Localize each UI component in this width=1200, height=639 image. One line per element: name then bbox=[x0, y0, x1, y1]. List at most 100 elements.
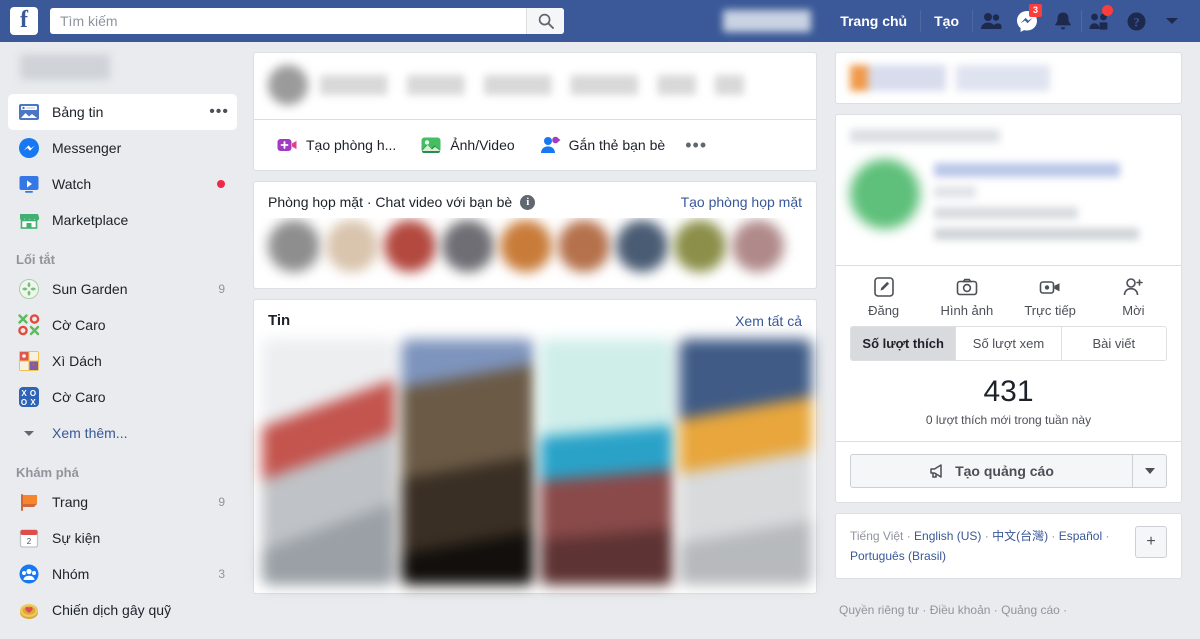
story-card[interactable] bbox=[540, 339, 673, 585]
sidebar-profile-redacted[interactable] bbox=[20, 54, 110, 80]
page-avatar[interactable] bbox=[850, 159, 920, 229]
stories-strip bbox=[254, 339, 816, 593]
sidebar-item-label: Bảng tin bbox=[52, 104, 104, 120]
room-avatar[interactable] bbox=[500, 220, 552, 272]
sidebar-item-fundraiser[interactable]: Chiến dịch gây quỹ bbox=[8, 592, 237, 628]
search-button[interactable] bbox=[526, 8, 564, 34]
add-language-button[interactable]: + bbox=[1135, 526, 1167, 558]
room-avatar[interactable] bbox=[616, 220, 668, 272]
create-room-button[interactable]: Tạo phòng h... bbox=[264, 128, 408, 162]
sidebar-item-watch[interactable]: Watch bbox=[8, 166, 237, 202]
friend-requests-icon-button[interactable] bbox=[1082, 0, 1118, 42]
sidebar-heading-shortcuts: Lối tắt bbox=[16, 252, 55, 267]
sidebar-heading-explore: Khám phá bbox=[16, 465, 79, 480]
profile-name-redacted[interactable] bbox=[723, 10, 812, 32]
room-avatar[interactable] bbox=[558, 220, 610, 272]
sidebar-item-co-caro-1[interactable]: Cờ Caro bbox=[8, 307, 237, 343]
story-card[interactable] bbox=[401, 339, 534, 585]
composer-prompt-redacted[interactable] bbox=[320, 75, 802, 95]
nav-link-create[interactable]: Tạo bbox=[921, 0, 972, 42]
right-sidebar: Đăng Hình ảnh Trực tiếp Mời Số lượt thíc… bbox=[825, 42, 1192, 619]
sponsored-card[interactable] bbox=[835, 52, 1182, 104]
language-current[interactable]: Tiếng Việt bbox=[850, 529, 903, 543]
tab-posts[interactable]: Bài viết bbox=[1061, 327, 1166, 360]
story-card[interactable] bbox=[262, 339, 395, 585]
page-photo-button[interactable]: Hình ảnh bbox=[925, 276, 1008, 318]
room-avatar[interactable] bbox=[732, 220, 784, 272]
page-insights-tabs: Số lượt thích Số lượt xem Bài viết bbox=[850, 326, 1167, 361]
news-feed-column: Tạo phòng h... Ảnh/Video Gắn thẻ bạn bè … bbox=[245, 42, 825, 604]
room-avatar[interactable] bbox=[442, 220, 494, 272]
sidebar-item-xi-dach[interactable]: Xì Dách bbox=[8, 343, 237, 379]
sidebar-item-sun-garden[interactable]: Sun Garden 9 bbox=[8, 271, 237, 307]
page-post-button[interactable]: Đăng bbox=[842, 276, 925, 318]
photo-video-button[interactable]: Ảnh/Video bbox=[408, 128, 526, 162]
account-chevron-down-icon bbox=[1166, 17, 1178, 24]
page-invite-button[interactable]: Mời bbox=[1092, 276, 1175, 318]
svg-text:2: 2 bbox=[27, 537, 32, 546]
create-ad-button[interactable]: Tạo quảng cáo bbox=[850, 454, 1133, 488]
nav-link-home[interactable]: Trang chủ bbox=[827, 0, 920, 42]
sidebar-see-more-label: Xem thêm... bbox=[52, 425, 128, 441]
footer-links[interactable]: Quyền riêng tư · Điều khoản · Quảng cáo … bbox=[835, 589, 1182, 619]
sidebar-item-co-caro-2[interactable]: X O O X Cờ Caro bbox=[8, 379, 237, 415]
sidebar-item-events[interactable]: 2 Sự kiện bbox=[8, 520, 237, 556]
sidebar-item-label: Messenger bbox=[52, 140, 122, 156]
svg-text:?: ? bbox=[1133, 15, 1139, 29]
promote-row: Tạo quảng cáo bbox=[836, 441, 1181, 502]
page-live-label: Trực tiếp bbox=[1024, 303, 1076, 318]
messenger-icon-button[interactable]: 3 bbox=[1009, 0, 1045, 42]
language-option[interactable]: English (US) bbox=[914, 529, 981, 543]
sidebar-item-label: Sun Garden bbox=[52, 281, 128, 297]
co-caro-icon bbox=[16, 312, 42, 338]
story-card[interactable] bbox=[679, 339, 812, 585]
account-menu-button[interactable] bbox=[1154, 0, 1190, 42]
friends-icon-button[interactable] bbox=[973, 0, 1009, 42]
sidebar-item-news-feed[interactable]: Bảng tin ••• bbox=[8, 94, 237, 130]
rooms-header: Phòng họp mặt · Chat video với bạn bè i … bbox=[254, 182, 816, 218]
sidebar-item-messenger[interactable]: Messenger bbox=[8, 130, 237, 166]
help-icon-button[interactable]: ? bbox=[1118, 0, 1154, 42]
info-icon[interactable]: i bbox=[520, 194, 536, 210]
stories-see-all-link[interactable]: Xem tất cả bbox=[735, 313, 802, 329]
sidebar-item-marketplace[interactable]: Marketplace bbox=[8, 202, 237, 238]
search-input[interactable] bbox=[50, 9, 526, 33]
language-selector-card: Tiếng Việt · English (US) · 中文(台灣) · Esp… bbox=[835, 513, 1182, 579]
tab-likes[interactable]: Số lượt thích bbox=[851, 327, 957, 360]
friends-icon bbox=[981, 13, 1002, 29]
likes-count-subtitle: 0 lượt thích mới trong tuần này bbox=[925, 413, 1092, 427]
photo-video-icon bbox=[420, 134, 442, 156]
page-live-button[interactable]: Trực tiếp bbox=[1009, 276, 1092, 318]
composer-input-row[interactable] bbox=[254, 53, 816, 119]
post-composer-card: Tạo phòng h... Ảnh/Video Gắn thẻ bạn bè … bbox=[253, 52, 817, 171]
video-room-icon bbox=[276, 134, 298, 156]
create-ad-dropdown-button[interactable] bbox=[1133, 454, 1167, 488]
page-invite-label: Mời bbox=[1122, 303, 1145, 318]
sidebar-item-label: Cờ Caro bbox=[52, 317, 106, 333]
tag-friends-button[interactable]: Gắn thẻ bạn bè bbox=[527, 128, 678, 162]
tab-views[interactable]: Số lượt xem bbox=[956, 327, 1062, 360]
room-avatar[interactable] bbox=[674, 220, 726, 272]
composer-more-options-icon[interactable]: ••• bbox=[677, 128, 715, 162]
sidebar-see-more-button[interactable]: Xem thêm... bbox=[8, 415, 237, 451]
rooms-avatar-strip[interactable] bbox=[254, 218, 816, 288]
news-feed-options-icon[interactable]: ••• bbox=[209, 104, 229, 120]
sidebar-item-groups[interactable]: Nhóm 3 bbox=[8, 556, 237, 592]
room-avatar[interactable] bbox=[268, 220, 320, 272]
room-avatar[interactable] bbox=[326, 220, 378, 272]
pages-flag-icon bbox=[16, 489, 42, 515]
room-avatar[interactable] bbox=[384, 220, 436, 272]
news-feed-icon bbox=[16, 99, 42, 125]
language-option[interactable]: Español bbox=[1059, 529, 1102, 543]
language-option[interactable]: Português (Brasil) bbox=[850, 549, 946, 563]
likes-count-value: 431 bbox=[983, 375, 1034, 408]
notifications-icon-button[interactable] bbox=[1045, 0, 1081, 42]
sidebar-item-count: 3 bbox=[218, 567, 225, 581]
top-navigation-bar: f Trang chủ Tạo bbox=[0, 0, 1200, 42]
language-option[interactable]: 中文(台灣) bbox=[992, 529, 1048, 543]
page-name-redacted bbox=[934, 163, 1121, 177]
sidebar-item-pages[interactable]: Trang 9 bbox=[8, 484, 237, 520]
create-room-link[interactable]: Tạo phòng họp mặt bbox=[681, 194, 802, 210]
sidebar-item-games[interactable]: Trò chơi 1 bbox=[8, 628, 237, 639]
facebook-logo[interactable]: f bbox=[10, 7, 38, 35]
